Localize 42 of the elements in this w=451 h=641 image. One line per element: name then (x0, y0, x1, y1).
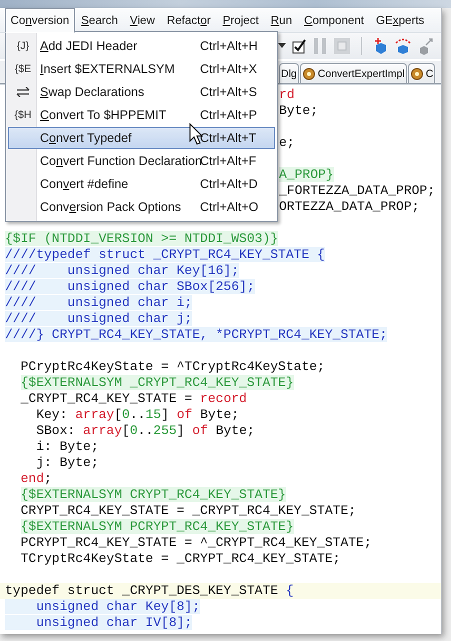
code-line: PCRYPT_RC4_KEY_STATE = ^_CRYPT_RC4_KEY_STATE; (20, 535, 372, 551)
code-line: ORTEZZA_DATA_PROP; (278, 199, 420, 215)
menu-bar-item[interactable]: Conversion (5, 8, 75, 33)
code-line: e; (278, 135, 295, 151)
menu-bar-item[interactable]: Component (298, 8, 370, 32)
code-line: end; (20, 471, 52, 487)
code-line: i: Byte; (35, 439, 99, 455)
cube-step-icon[interactable] (394, 37, 412, 55)
code-line: CRYPT_RC4_KEY_STATE = _CRYPT_RC4_KEY_STATE; (20, 503, 356, 519)
checkbox-icon[interactable] (292, 38, 307, 54)
code-line: rd (278, 87, 295, 103)
menu-item-icon: {$E (14, 63, 32, 75)
file-tab[interactable]: ConvertExpertImpl (300, 63, 407, 83)
menu-item[interactable]: {$H Convert To $HPPEMIT Ctrl+Alt+P (8, 104, 275, 126)
menu-item-icon: {J} (16, 40, 30, 52)
cube-add-icon[interactable] (372, 37, 388, 55)
cube-out-icon[interactable] (418, 37, 434, 55)
code-line: _CRYPT_RC4_KEY_STATE = record (20, 391, 247, 407)
file-tab[interactable]: C (408, 63, 436, 83)
menu-item[interactable]: {$E Insert $EXTERNALSYM Ctrl+Alt+X (8, 58, 275, 80)
file-tab[interactable]: Dlg (279, 63, 299, 83)
code-line: j: Byte; (35, 455, 99, 471)
menu-bar-item[interactable]: Refactor (161, 8, 216, 32)
menu-item[interactable]: Convert Function DeclarationCtrl+Alt+F (8, 150, 275, 172)
dropdown-arrow-icon[interactable] (278, 43, 286, 49)
code-line: PCryptRc4KeyState = ^TCryptRc4KeyState; (20, 359, 325, 375)
code-line: SBox: array[0..255] of Byte; (35, 423, 255, 439)
code-line: Key: array[0..15] of Byte; (35, 407, 240, 423)
swap-arrows-icon (16, 87, 30, 97)
menu-item[interactable]: Convert #define Ctrl+Alt+D (8, 173, 275, 195)
menu-bar-item[interactable]: Search (76, 8, 124, 32)
menu-item[interactable]: Swap Declarations Ctrl+Alt+S (8, 81, 275, 103)
menu-bar-item[interactable]: View (124, 8, 160, 32)
menu-bar-item[interactable]: GExperts (370, 8, 430, 32)
menu-item-icon: {$H (14, 109, 32, 121)
menu-bar-item[interactable]: Project (217, 8, 264, 32)
menu-item[interactable]: Conversion Pack Options Ctrl+Alt+O (8, 196, 275, 218)
menu-item[interactable]: Convert Typedef Ctrl+Alt+T (8, 127, 275, 149)
code-line: Byte; (278, 103, 318, 119)
menu-bar-item[interactable]: Run (265, 8, 298, 32)
code-line: TCryptRc4KeyState = _CRYPT_RC4_KEY_STATE; (20, 551, 340, 567)
code-line: _FORTEZZA_DATA_PROP; (278, 183, 436, 199)
